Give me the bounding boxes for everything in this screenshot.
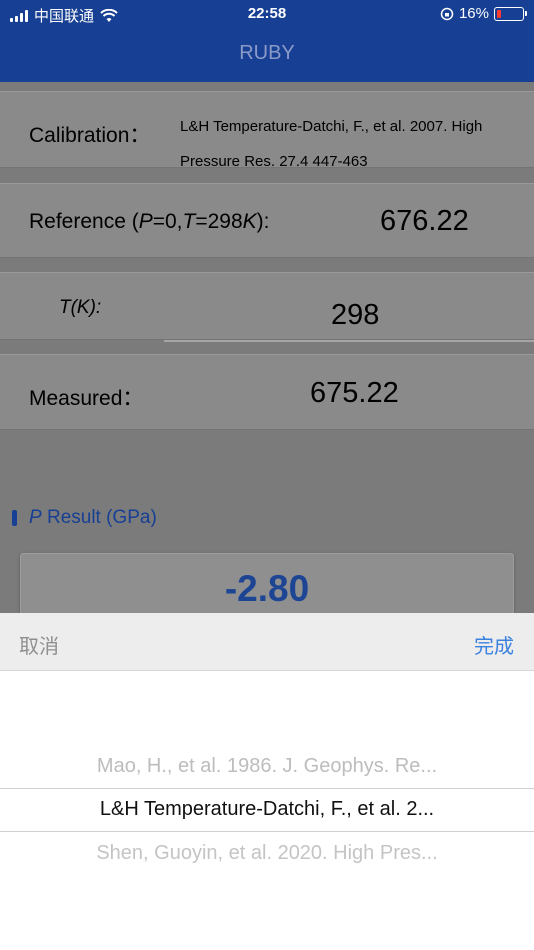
section-marker bbox=[12, 510, 17, 526]
measured-input[interactable]: 675.22 bbox=[310, 377, 399, 410]
result-value: -2.80 bbox=[224, 568, 310, 609]
status-bar: 中国联通 22:58 16% bbox=[0, 0, 534, 28]
result-header: P Result (GPa) bbox=[12, 507, 157, 529]
picker-option-selected[interactable]: L&H Temperature-Datchi, F., et al. 2... bbox=[0, 798, 534, 821]
picker-toolbar: 取消 完成 bbox=[0, 613, 534, 671]
picker-selection-bottom-line bbox=[0, 831, 534, 832]
nav-bar: RUBY bbox=[0, 28, 534, 82]
reference-value: 676.22 bbox=[380, 205, 469, 237]
temperature-row: T(K): 298 bbox=[0, 272, 534, 340]
temperature-underline bbox=[164, 340, 534, 342]
battery-percent: 16% bbox=[458, 5, 489, 22]
calibration-label: Calibration： bbox=[29, 124, 151, 147]
temperature-input[interactable]: 298 bbox=[331, 299, 379, 332]
cancel-button[interactable]: 取消 bbox=[19, 630, 59, 659]
measured-row: Measured： 675.22 bbox=[0, 354, 534, 430]
calibration-value: L&H Temperature-Datchi, F., et al. 2007.… bbox=[180, 118, 483, 170]
reference-row: Reference (P=0,T=298K): 676.22 bbox=[0, 183, 534, 258]
picker-option[interactable]: Shen, Guoyin, et al. 2020. High Pres... bbox=[0, 842, 534, 865]
result-title: P Result (GPa) bbox=[29, 507, 157, 528]
picker-option[interactable]: Mao, H., et al. 1986. J. Geophys. Re... bbox=[0, 755, 534, 778]
temperature-label: T(K): bbox=[59, 297, 102, 318]
page-title: RUBY bbox=[239, 42, 295, 64]
measured-label: Measured： bbox=[29, 387, 144, 410]
calibration-row[interactable]: Calibration： L&H Temperature-Datchi, F.,… bbox=[0, 91, 534, 170]
battery-icon bbox=[494, 6, 527, 21]
orientation-lock-icon bbox=[440, 7, 454, 20]
calibration-picker[interactable]: Mao, H., et al. 1986. J. Geophys. Re... … bbox=[0, 671, 534, 950]
done-button[interactable]: 完成 bbox=[474, 630, 514, 659]
status-right: 16% bbox=[440, 5, 527, 22]
reference-label: Reference (P=0,T=298K): bbox=[29, 210, 270, 233]
picker-selection-top-line bbox=[0, 788, 534, 789]
